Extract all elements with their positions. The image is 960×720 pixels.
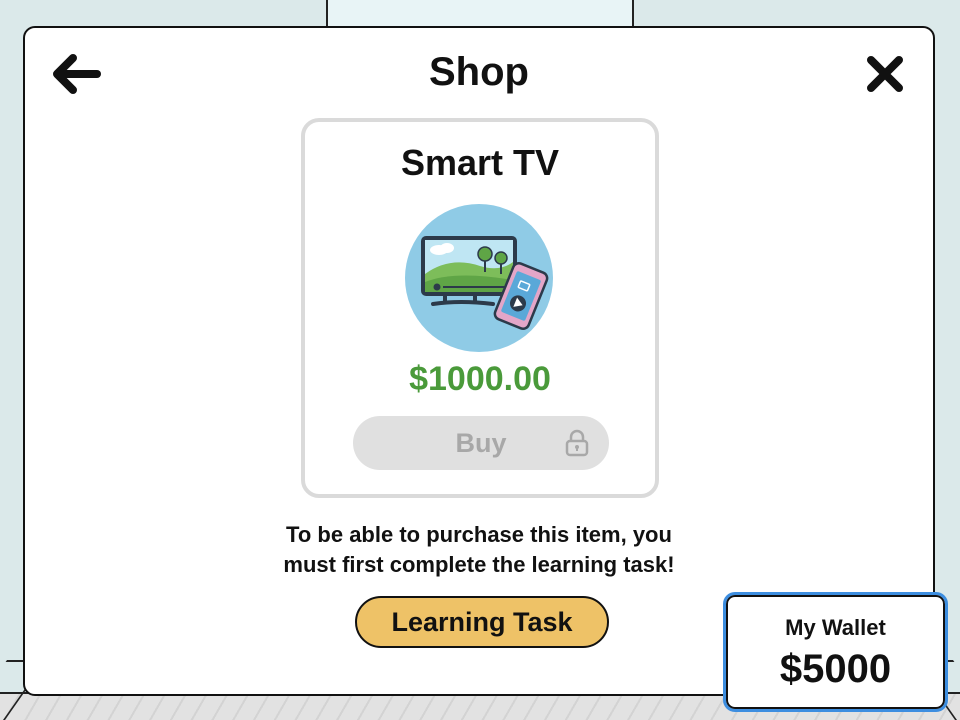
buy-button[interactable]: Buy: [353, 416, 609, 470]
learning-task-notice: To be able to purchase this item, you mu…: [25, 520, 933, 580]
notice-line-2: must first complete the learning task!: [283, 552, 675, 577]
item-name: Smart TV: [400, 142, 560, 183]
wallet-panel: My Wallet $5000: [723, 592, 948, 712]
item-card: Smart TV $1000.00 Buy: [301, 118, 659, 498]
item-price: $1000.00: [409, 360, 551, 398]
page-title: Shop: [429, 50, 529, 94]
wallet-label: My Wallet: [785, 615, 886, 640]
smart-tv-icon: [405, 204, 553, 352]
learning-task-button[interactable]: Learning Task: [355, 596, 609, 648]
close-icon: [867, 56, 903, 92]
buy-button-label: Buy: [455, 427, 507, 458]
notice-line-1: To be able to purchase this item, you: [286, 522, 672, 547]
lock-icon: [565, 429, 589, 457]
close-button[interactable]: [861, 50, 909, 98]
wallet-amount: $5000: [779, 647, 892, 691]
